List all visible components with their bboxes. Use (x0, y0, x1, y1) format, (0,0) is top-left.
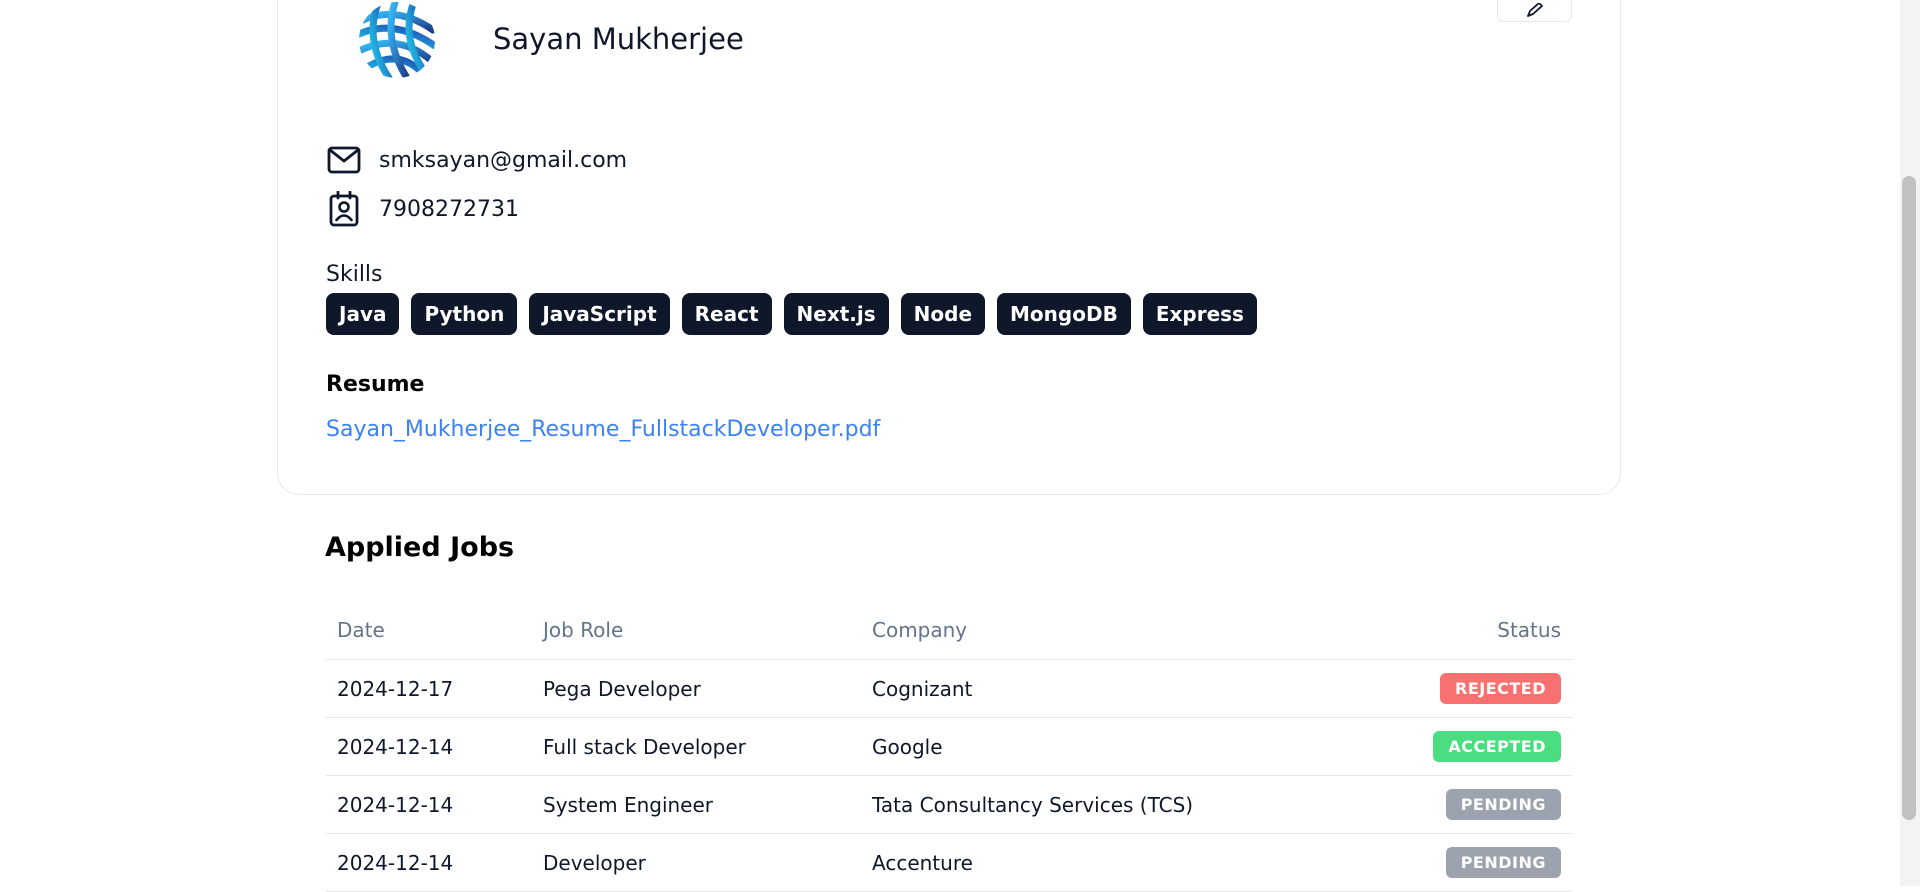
skill-chip: Next.js (783, 293, 889, 335)
scrollbar-thumb[interactable] (1902, 176, 1916, 820)
column-header-job-role: Job Role (543, 618, 624, 642)
cell-job-role: System Engineer (543, 793, 714, 817)
cell-company: Tata Consultancy Services (TCS) (872, 793, 1194, 817)
cell-company: Google (872, 735, 943, 759)
column-header-date: Date (337, 618, 385, 642)
skills-label: Skills (326, 262, 383, 287)
resume-label: Resume (326, 372, 425, 397)
cell-date: 2024-12-14 (337, 735, 454, 759)
skills-list: Java Python JavaScript React Next.js Nod… (326, 293, 1257, 335)
avatar (359, 2, 435, 78)
cell-date: 2024-12-14 (337, 851, 454, 875)
cell-company: Accenture (872, 851, 973, 875)
cell-job-role: Pega Developer (543, 677, 701, 701)
table-row: 2024-12-14 Developer Accenture PENDING (326, 834, 1572, 892)
status-badge: PENDING (1445, 789, 1561, 820)
pen-icon (1526, 3, 1543, 17)
profile-name: Sayan Mukherjee (493, 22, 744, 56)
skill-chip: JavaScript (529, 293, 670, 335)
contact-icon (326, 191, 362, 227)
phone-row: 7908272731 (326, 191, 519, 227)
phone-text: 7908272731 (379, 196, 519, 222)
cell-job-role: Full stack Developer (543, 735, 746, 759)
table-row: 2024-12-14 Full stack Developer Google A… (326, 718, 1572, 776)
cell-job-role: Developer (543, 851, 646, 875)
applied-jobs-title: Applied Jobs (325, 532, 515, 563)
edit-profile-button[interactable] (1497, 0, 1572, 22)
email-row: smksayan@gmail.com (326, 142, 627, 178)
column-header-company: Company (872, 618, 968, 642)
email-text: smksayan@gmail.com (379, 147, 628, 173)
skill-chip: Node (900, 293, 986, 335)
skill-chip: Python (411, 293, 518, 335)
resume-link[interactable]: Sayan_Mukherjee_Resume_FullstackDevelope… (326, 417, 880, 442)
skill-chip: Express (1142, 293, 1257, 335)
cell-date: 2024-12-14 (337, 793, 454, 817)
status-badge: ACCEPTED (1433, 731, 1561, 762)
cell-company: Cognizant (872, 677, 973, 701)
mail-icon (326, 142, 362, 178)
status-badge: PENDING (1445, 847, 1561, 878)
column-header-status: Status (1497, 618, 1561, 642)
table-row: 2024-12-14 System Engineer Tata Consulta… (326, 776, 1572, 834)
table-header: Date Job Role Company Status (326, 610, 1572, 660)
skill-chip: MongoDB (997, 293, 1131, 335)
cell-date: 2024-12-17 (337, 677, 454, 701)
status-badge: REJECTED (1440, 673, 1561, 704)
applied-jobs-table: Date Job Role Company Status 2024-12-17 … (326, 610, 1572, 892)
table-row: 2024-12-17 Pega Developer Cognizant REJE… (326, 660, 1572, 718)
skill-chip: React (681, 293, 772, 335)
page: Sayan Mukherjee smksayan@gmail.com 79082… (0, 0, 1900, 892)
skill-chip: Java (326, 293, 400, 335)
